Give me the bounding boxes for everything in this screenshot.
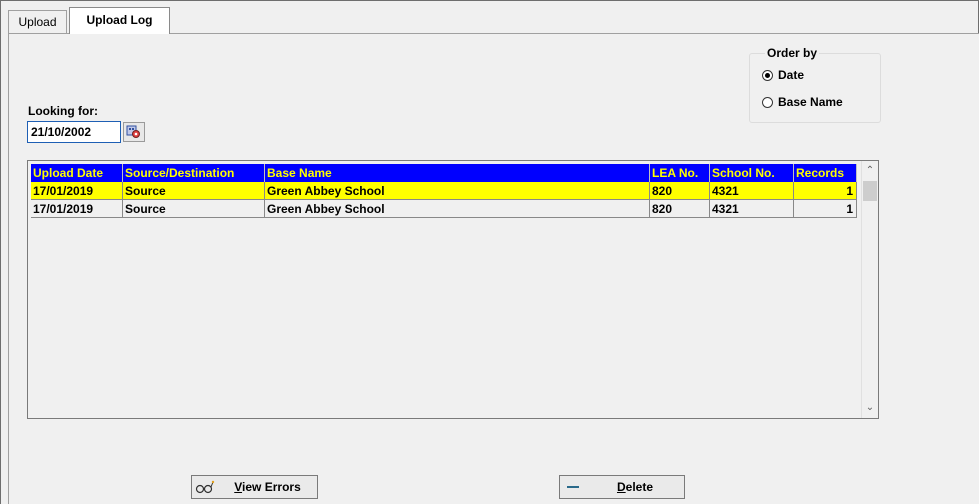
radio-unchecked-icon[interactable]: [762, 96, 773, 108]
calendar-lookup-icon: [126, 125, 140, 138]
cell-records: 1: [794, 182, 857, 200]
cell-school: 4321: [710, 182, 794, 200]
scroll-down-icon[interactable]: ⌄: [862, 400, 878, 416]
cell-source: Source: [123, 182, 265, 200]
window-top-border: [0, 0, 979, 1]
cell-records: 1: [794, 200, 857, 218]
view-errors-button[interactable]: View Errors: [191, 475, 318, 499]
cell-base-name: Green Abbey School: [265, 200, 650, 218]
col-header-records[interactable]: Records: [794, 164, 857, 182]
looking-for-input[interactable]: [27, 121, 121, 143]
delete-button[interactable]: Delete: [559, 475, 685, 499]
table-row[interactable]: 17/01/2019 Source Green Abbey School 820…: [28, 200, 863, 218]
tab-upload-log[interactable]: Upload Log: [69, 7, 170, 34]
table-row[interactable]: 17/01/2019 Source Green Abbey School 820…: [28, 182, 863, 200]
scroll-up-icon[interactable]: ⌃: [862, 163, 878, 179]
cell-source: Source: [123, 200, 265, 218]
minus-icon: [560, 480, 586, 494]
col-header-base-name[interactable]: Base Name: [265, 164, 650, 182]
order-by-date-option[interactable]: Date: [762, 68, 804, 82]
col-header-upload-date[interactable]: Upload Date: [31, 164, 123, 182]
radio-checked-icon[interactable]: [762, 69, 773, 81]
looking-for-label: Looking for:: [28, 104, 98, 118]
cell-school: 4321: [710, 200, 794, 218]
delete-mnemonic: D: [616, 480, 626, 494]
order-by-basename-label: Base Name: [778, 95, 843, 109]
order-by-date-label: Date: [778, 68, 805, 82]
order-by-title: Order by: [765, 46, 820, 60]
col-header-source[interactable]: Source/Destination: [123, 164, 265, 182]
grid-body: Upload Date Source/Destination Base Name…: [28, 161, 863, 418]
order-by-basename-option[interactable]: Base Name: [762, 95, 843, 109]
view-errors-label: iew Errors: [242, 480, 301, 494]
cell-upload-date: 17/01/2019: [31, 182, 123, 200]
date-picker-button[interactable]: [123, 122, 145, 142]
delete-label: elete: [625, 480, 654, 494]
grid-header-row: Upload Date Source/Destination Base Name…: [28, 164, 863, 182]
cell-lea: 820: [650, 200, 710, 218]
scroll-thumb[interactable]: [863, 181, 877, 201]
cell-lea: 820: [650, 182, 710, 200]
col-header-school[interactable]: School No.: [710, 164, 794, 182]
cell-upload-date: 17/01/2019: [31, 200, 123, 218]
glasses-icon: [192, 480, 218, 494]
window-left-border: [0, 0, 1, 504]
grid-vertical-scrollbar[interactable]: ⌃ ⌄: [861, 161, 878, 418]
view-errors-mnemonic: V: [234, 480, 243, 494]
upload-log-grid[interactable]: Upload Date Source/Destination Base Name…: [27, 160, 879, 419]
cell-base-name: Green Abbey School: [265, 182, 650, 200]
tab-upload[interactable]: Upload: [8, 10, 67, 33]
col-header-lea[interactable]: LEA No.: [650, 164, 710, 182]
order-by-group: [749, 53, 881, 123]
